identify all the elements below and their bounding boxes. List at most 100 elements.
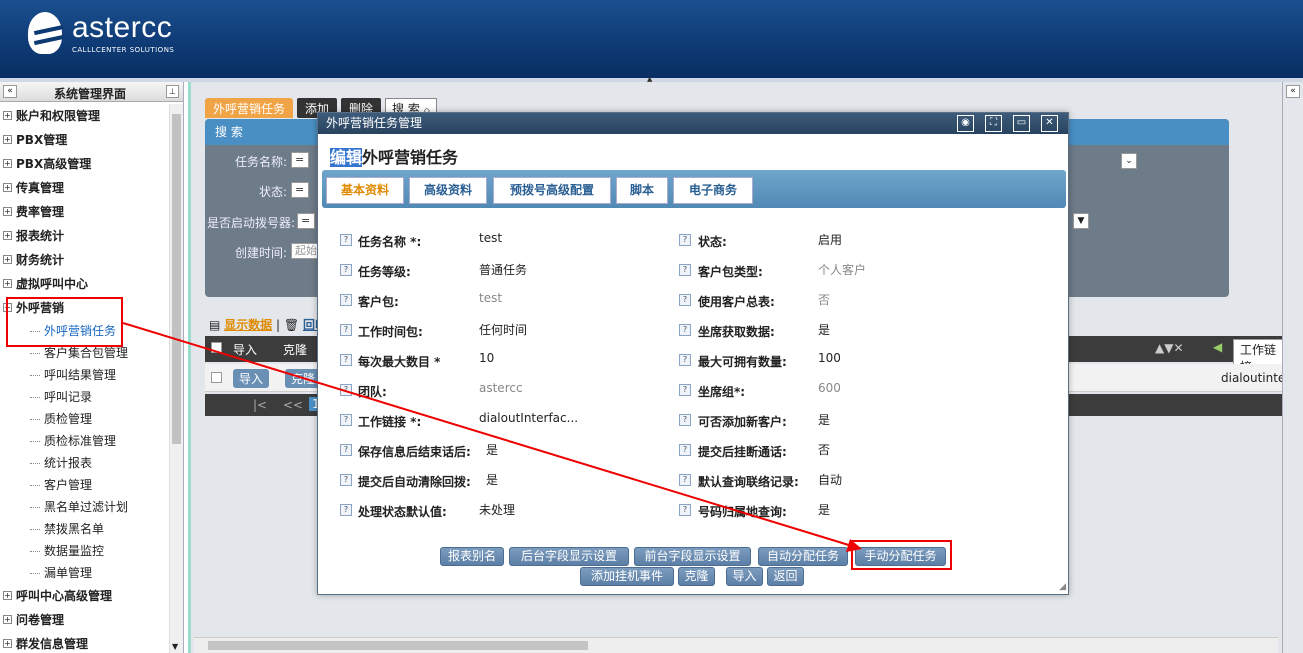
help-icon[interactable]: ? <box>679 354 691 366</box>
help-icon[interactable]: ? <box>340 414 352 426</box>
help-icon[interactable]: ? <box>340 234 352 246</box>
row-checkbox[interactable] <box>211 372 222 383</box>
tree-item-broadcast[interactable]: + 群发信息管理 <box>0 632 168 653</box>
tree-sub-call-records[interactable]: 呼叫记录 <box>0 386 168 408</box>
scrollbar-thumb[interactable] <box>172 114 181 444</box>
help-icon[interactable]: ? <box>340 324 352 336</box>
filter-status-op[interactable]: = <box>291 182 309 198</box>
tree-sub-customers[interactable]: 客户管理 <box>0 474 168 496</box>
scroll-down-icon[interactable]: ▼ <box>172 642 178 651</box>
row-import-button[interactable]: 导入 <box>233 369 270 388</box>
chevron-down-icon[interactable]: ▼ <box>1073 213 1089 229</box>
help-icon[interactable]: ? <box>340 504 352 516</box>
help-icon[interactable]: ? <box>679 234 691 246</box>
tree-item-finance[interactable]: + 财务统计 <box>0 248 168 272</box>
field-label-left-5: 团队: <box>358 385 387 399</box>
filter-dialer-op[interactable]: = <box>297 213 315 229</box>
help-icon[interactable]: ? <box>340 444 352 456</box>
expand-icon[interactable]: + <box>3 111 12 120</box>
help-icon[interactable]: ? <box>679 414 691 426</box>
expand-icon[interactable]: + <box>3 231 12 240</box>
sidebar-scrollbar[interactable]: ▼ <box>169 104 183 653</box>
settings-icon[interactable]: ◉ <box>957 115 974 132</box>
sidebar-collapse-icon[interactable]: « <box>3 85 17 98</box>
show-data-link[interactable]: 显示数据 <box>224 318 272 332</box>
grid-col-clone[interactable]: 克隆 <box>283 341 307 358</box>
tree-item-reports[interactable]: + 报表统计 <box>0 224 168 248</box>
tree-item-rates[interactable]: + 费率管理 <box>0 200 168 224</box>
filter-task-name-op[interactable]: = <box>291 152 309 168</box>
sort-filter-icon[interactable]: ▲▼✕ <box>1155 341 1184 355</box>
help-icon[interactable]: ? <box>679 444 691 456</box>
maximize-icon[interactable]: ⛶ <box>985 115 1002 132</box>
arrow-left-icon[interactable]: ◀ <box>1213 340 1222 354</box>
tree-item-virtual-callcenter[interactable]: + 虚拟呼叫中心 <box>0 272 168 296</box>
tree-sub-blacklist-plan[interactable]: 黑名单过滤计划 <box>0 496 168 518</box>
tree-sub-call-results[interactable]: 呼叫结果管理 <box>0 364 168 386</box>
return-button[interactable]: 返回 <box>767 567 804 586</box>
tree-sub-qa-standards[interactable]: 质检标准管理 <box>0 430 168 452</box>
help-icon[interactable]: ? <box>679 264 691 276</box>
frontend-fields-button[interactable]: 前台字段显示设置 <box>634 547 751 566</box>
report-alias-button[interactable]: 报表别名 <box>440 547 504 566</box>
minimize-icon[interactable]: ▭ <box>1013 115 1030 132</box>
tab-script[interactable]: 脚本 <box>616 177 668 204</box>
expand-icon[interactable]: + <box>3 279 12 288</box>
horizontal-scrollbar[interactable] <box>194 637 1278 653</box>
pager-first[interactable]: |< <box>253 398 267 412</box>
expand-icon[interactable]: + <box>3 255 12 264</box>
tree-item-pbx-advanced[interactable]: + PBX高级管理 <box>0 152 168 176</box>
backend-fields-button[interactable]: 后台字段显示设置 <box>509 547 629 566</box>
row-clone-button[interactable]: 克隆 <box>285 369 322 388</box>
tree-sub-dnc-blacklist[interactable]: 禁拨黑名单 <box>0 518 168 540</box>
tree-item-surveys[interactable]: + 问卷管理 <box>0 608 168 632</box>
clone-button[interactable]: 克隆 <box>678 567 715 586</box>
resize-grip-icon[interactable]: ◢ <box>1059 582 1066 592</box>
field-label-right-6: 可否添加新客户: <box>698 415 787 429</box>
expand-icon[interactable]: + <box>3 591 12 600</box>
grid-col-import[interactable]: 导入 <box>233 341 257 358</box>
dialog-titlebar[interactable]: 外呼营销任务管理 ◉ ⛶ ▭ ✕ <box>318 113 1068 134</box>
auto-assign-button[interactable]: 自动分配任务 <box>758 547 848 566</box>
tree-sub-missed-orders[interactable]: 漏单管理 <box>0 562 168 584</box>
select-all-checkbox[interactable] <box>211 342 222 353</box>
pin-icon[interactable]: ⊥ <box>166 85 179 98</box>
help-icon[interactable]: ? <box>340 294 352 306</box>
expand-icon[interactable]: + <box>3 639 12 648</box>
splitter-toggle-icon[interactable]: ▲ <box>647 75 657 83</box>
help-icon[interactable]: ? <box>679 324 691 336</box>
right-panel-expand-icon[interactable]: « <box>1286 85 1300 98</box>
tab-predial-config[interactable]: 预拨号高级配置 <box>493 177 611 204</box>
help-icon[interactable]: ? <box>340 264 352 276</box>
help-icon[interactable]: ? <box>340 354 352 366</box>
tree-item-callcenter-advanced[interactable]: + 呼叫中心高级管理 <box>0 584 168 608</box>
tab-outbound-tasks[interactable]: 外呼营销任务 <box>205 98 294 118</box>
expand-icon[interactable]: + <box>3 135 12 144</box>
add-hangup-event-button[interactable]: 添加挂机事件 <box>580 567 674 586</box>
tree-sub-data-monitor[interactable]: 数据量监控 <box>0 540 168 562</box>
tree-item-pbx[interactable]: + PBX管理 <box>0 128 168 152</box>
expand-icon[interactable]: + <box>3 207 12 216</box>
tab-basic-info[interactable]: 基本资料 <box>326 177 404 204</box>
help-icon[interactable]: ? <box>679 474 691 486</box>
expand-icon[interactable]: + <box>3 183 12 192</box>
import-button[interactable]: 导入 <box>726 567 763 586</box>
close-icon[interactable]: ✕ <box>1041 115 1058 132</box>
expand-icon[interactable]: + <box>3 159 12 168</box>
tab-ecommerce[interactable]: 电子商务 <box>673 177 753 204</box>
tree-sub-qa[interactable]: 质检管理 <box>0 408 168 430</box>
help-icon[interactable]: ? <box>679 384 691 396</box>
tree-item-accounts[interactable]: + 账户和权限管理 <box>0 104 168 128</box>
tab-advanced-info[interactable]: 高级资料 <box>409 177 487 204</box>
tree-label: 呼叫中心高级管理 <box>16 589 113 603</box>
help-icon[interactable]: ? <box>340 474 352 486</box>
chevron-down-icon[interactable]: ⌄ <box>1121 153 1137 169</box>
tree-sub-stat-reports[interactable]: 统计报表 <box>0 452 168 474</box>
help-icon[interactable]: ? <box>679 504 691 516</box>
pager-prev[interactable]: << <box>283 398 303 412</box>
tree-item-fax[interactable]: + 传真管理 <box>0 176 168 200</box>
expand-icon[interactable]: + <box>3 615 12 624</box>
help-icon[interactable]: ? <box>340 384 352 396</box>
help-icon[interactable]: ? <box>679 294 691 306</box>
scrollbar-thumb[interactable] <box>208 641 588 650</box>
